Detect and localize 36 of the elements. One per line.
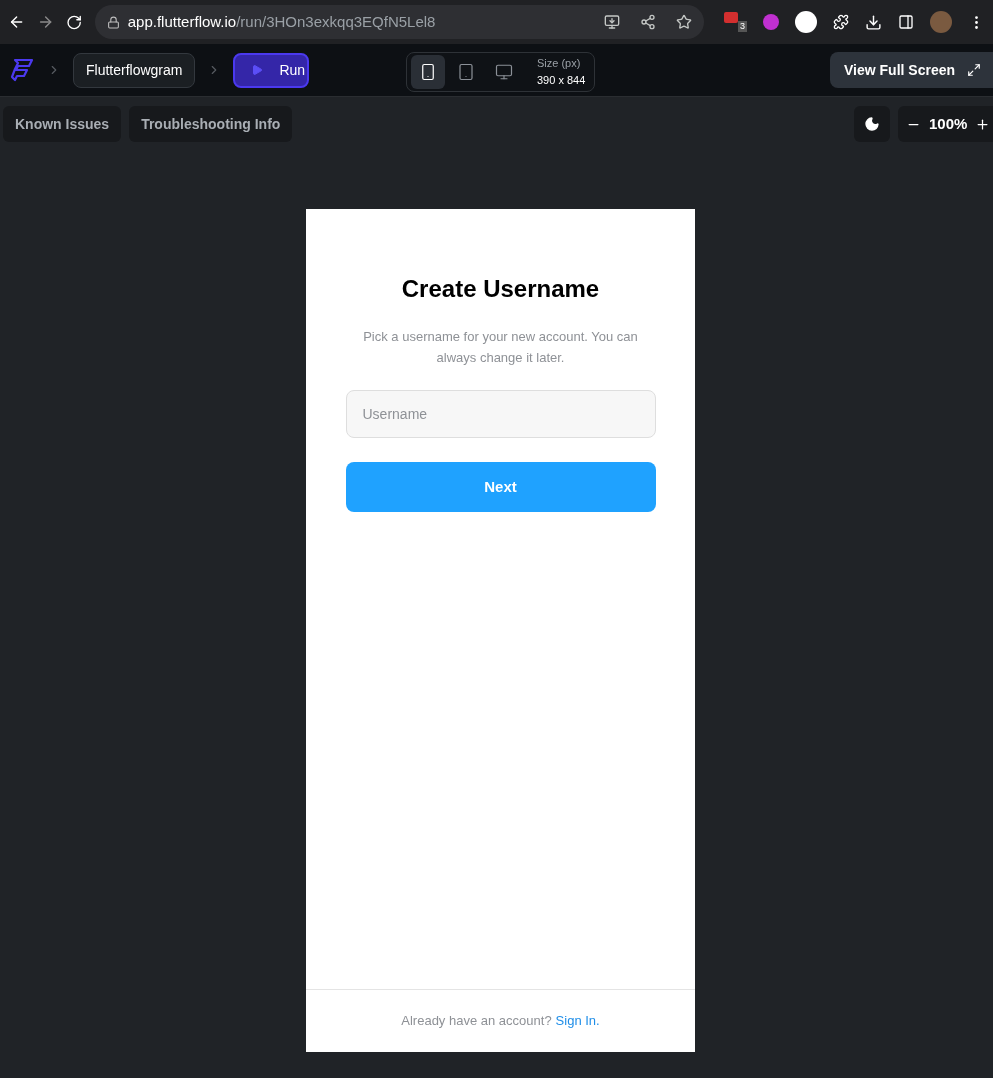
reload-icon[interactable] bbox=[66, 13, 83, 31]
expand-icon bbox=[967, 63, 981, 77]
logo-icon bbox=[9, 57, 35, 83]
page-title: Create Username bbox=[401, 274, 600, 304]
moon-icon bbox=[864, 116, 880, 132]
device-tab[interactable] bbox=[411, 55, 445, 89]
zoom-in-icon[interactable] bbox=[975, 116, 991, 132]
play-icon bbox=[251, 64, 264, 76]
monitor-icon bbox=[495, 63, 513, 81]
zoom-level: 100% bbox=[929, 113, 968, 134]
info-button[interactable]: Known Issues bbox=[3, 106, 122, 142]
avatar-icon[interactable] bbox=[930, 11, 952, 33]
size-label: Size (px) bbox=[537, 56, 582, 71]
tablet-icon bbox=[457, 63, 475, 81]
puzzle-icon[interactable] bbox=[833, 14, 849, 30]
sign-in-link[interactable]: Sign In. bbox=[555, 1011, 600, 1031]
lock-icon bbox=[106, 15, 120, 29]
theme-toggle[interactable] bbox=[854, 106, 890, 142]
side-panel-icon[interactable] bbox=[898, 14, 914, 30]
size-value: 390 x 844 bbox=[537, 73, 586, 88]
phone-icon bbox=[419, 63, 437, 81]
url-path: /run/3HOn3exkqq3EQfN5Lel8 bbox=[236, 11, 436, 32]
share-icon[interactable] bbox=[639, 14, 656, 30]
star-icon[interactable] bbox=[675, 14, 692, 30]
run-button[interactable]: Run bbox=[233, 52, 310, 88]
project-button[interactable]: Flutterflowgram bbox=[73, 52, 196, 88]
extension-badge: 3 bbox=[737, 21, 747, 32]
address-bar[interactable]: app.flutterflow.io/run/3HOn3exkqq3EQfN5Lel8 bbox=[94, 5, 704, 39]
url-host: app.flutterflow.io bbox=[127, 11, 237, 32]
info-button[interactable]: Troubleshooting Info bbox=[129, 106, 293, 142]
download-icon[interactable] bbox=[865, 13, 882, 31]
view-full-screen-button[interactable]: View Full Screen bbox=[830, 52, 993, 88]
install-icon[interactable] bbox=[603, 14, 620, 30]
page-subtitle: Pick a username for your new account. You can always change it later. bbox=[362, 328, 639, 367]
footer-text: Already have an account? bbox=[401, 1012, 552, 1031]
username-field[interactable]: Username bbox=[345, 390, 656, 438]
